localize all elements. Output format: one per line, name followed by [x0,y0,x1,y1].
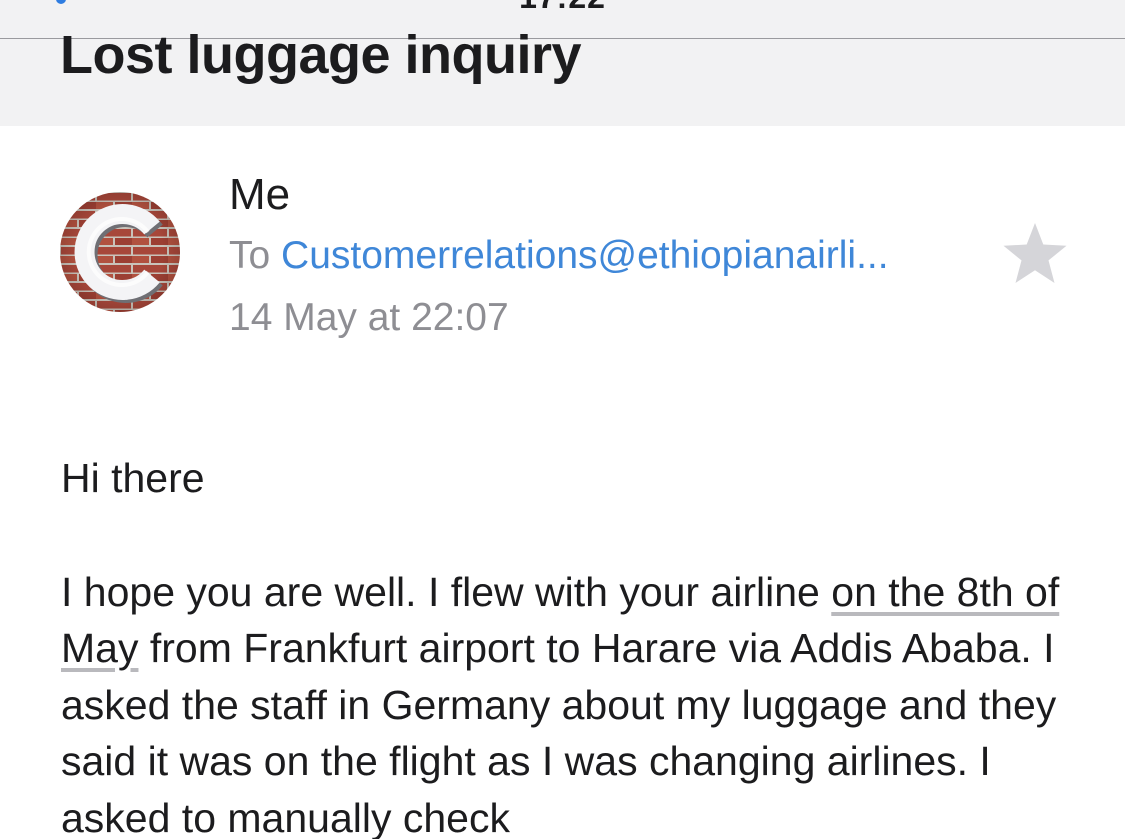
mail-message-view: 17:22 Lost luggage inquiry [0,0,1125,839]
body-text-segment: from Frankfurt airport to Harare via Add… [61,625,1057,839]
body-text-segment: I hope you are well. I flew with your ai… [61,568,832,615]
recipient-address[interactable]: Customerrelations@ethiopianairli... [281,234,889,277]
email-subject: Lost luggage inquiry [60,25,582,85]
sender-name[interactable]: Me [229,168,290,222]
star-icon[interactable] [1001,221,1069,289]
email-body: Hi there I hope you are well. I flew wit… [61,450,1071,839]
body-paragraph: I hope you are well. I flew with your ai… [61,564,1071,839]
body-greeting: Hi there [61,455,205,501]
avatar-letter-c-icon [60,192,180,312]
email-date: 14 May at 22:07 [229,296,509,339]
recipient-line: To Customerrelations@ethiopianairli... [229,230,969,282]
star-shape [1003,223,1067,283]
sender-avatar[interactable] [60,192,180,312]
status-bar-time: 17:22 [0,0,1125,16]
to-label: To [229,234,271,277]
navigation-header: 17:22 Lost luggage inquiry [0,0,1125,126]
